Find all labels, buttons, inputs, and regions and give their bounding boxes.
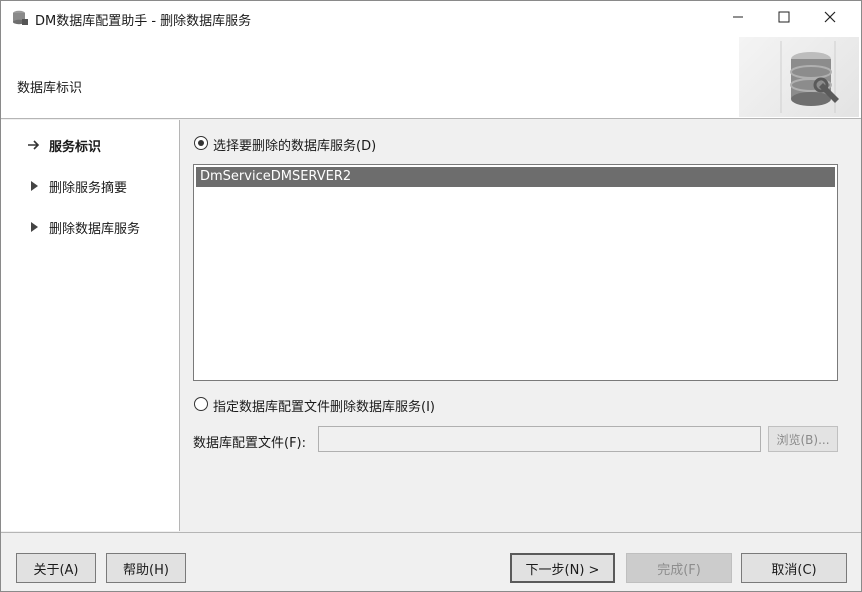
list-item[interactable]: DmServiceDMSERVER2 (196, 167, 835, 187)
maximize-icon (778, 9, 790, 27)
nav-item-service-id: 服务标识 (1, 133, 180, 157)
database-wrench-icon (739, 41, 859, 121)
nav-item-label: 删除服务摘要 (49, 180, 128, 196)
close-icon (824, 9, 836, 27)
title-bar[interactable]: DM数据库配置助手 - 删除数据库服务 (1, 1, 861, 35)
wizard-steps-nav: 服务标识 删除服务摘要 删除数据库服务 (1, 120, 180, 531)
maximize-button[interactable] (761, 1, 807, 35)
window-title: DM数据库配置助手 - 删除数据库服务 (35, 14, 252, 29)
nav-item-delete-service: 删除数据库服务 (1, 215, 180, 239)
config-file-input[interactable] (318, 426, 761, 452)
service-listbox[interactable]: DmServiceDMSERVER2 (193, 164, 838, 381)
nav-item-delete-summary: 删除服务摘要 (1, 174, 180, 198)
browse-button[interactable]: 浏览(B)... (768, 426, 838, 452)
main-panel: 选择要删除的数据库服务(D) DmServiceDMSERVER2 指定数据库配… (181, 120, 861, 531)
header-title: 数据库标识 (17, 81, 83, 96)
help-button[interactable]: 帮助(H) (106, 553, 186, 583)
nav-item-label: 删除数据库服务 (49, 221, 141, 237)
minimize-button[interactable] (715, 1, 761, 35)
minimize-icon (732, 9, 744, 27)
select-service-radio[interactable] (194, 136, 208, 150)
config-file-label: 数据库配置文件(F): (193, 436, 307, 451)
app-database-icon (11, 9, 29, 27)
finish-button[interactable]: 完成(F) (626, 553, 732, 583)
config-file-radio[interactable] (194, 397, 208, 411)
wizard-header: 数据库标识 (1, 35, 861, 119)
triangle-right-icon (27, 179, 41, 193)
nav-item-label: 服务标识 (49, 139, 102, 155)
dialog-window: DM数据库配置助手 - 删除数据库服务 数据库标识 服务标识 删除服务摘要 删除… (0, 0, 862, 592)
about-button[interactable]: 关于(A) (16, 553, 96, 583)
config-file-radio-label[interactable]: 指定数据库配置文件删除数据库服务(I) (213, 396, 435, 415)
arrow-right-icon (27, 138, 41, 152)
dialog-footer: 关于(A) 帮助(H) 下一步(N) > 完成(F) 取消(C) (1, 532, 861, 591)
header-art (739, 37, 859, 117)
close-button[interactable] (807, 1, 853, 35)
select-service-radio-label[interactable]: 选择要删除的数据库服务(D) (213, 135, 376, 154)
cancel-button[interactable]: 取消(C) (741, 553, 847, 583)
next-button[interactable]: 下一步(N) > (510, 553, 615, 583)
triangle-right-icon (27, 220, 41, 234)
